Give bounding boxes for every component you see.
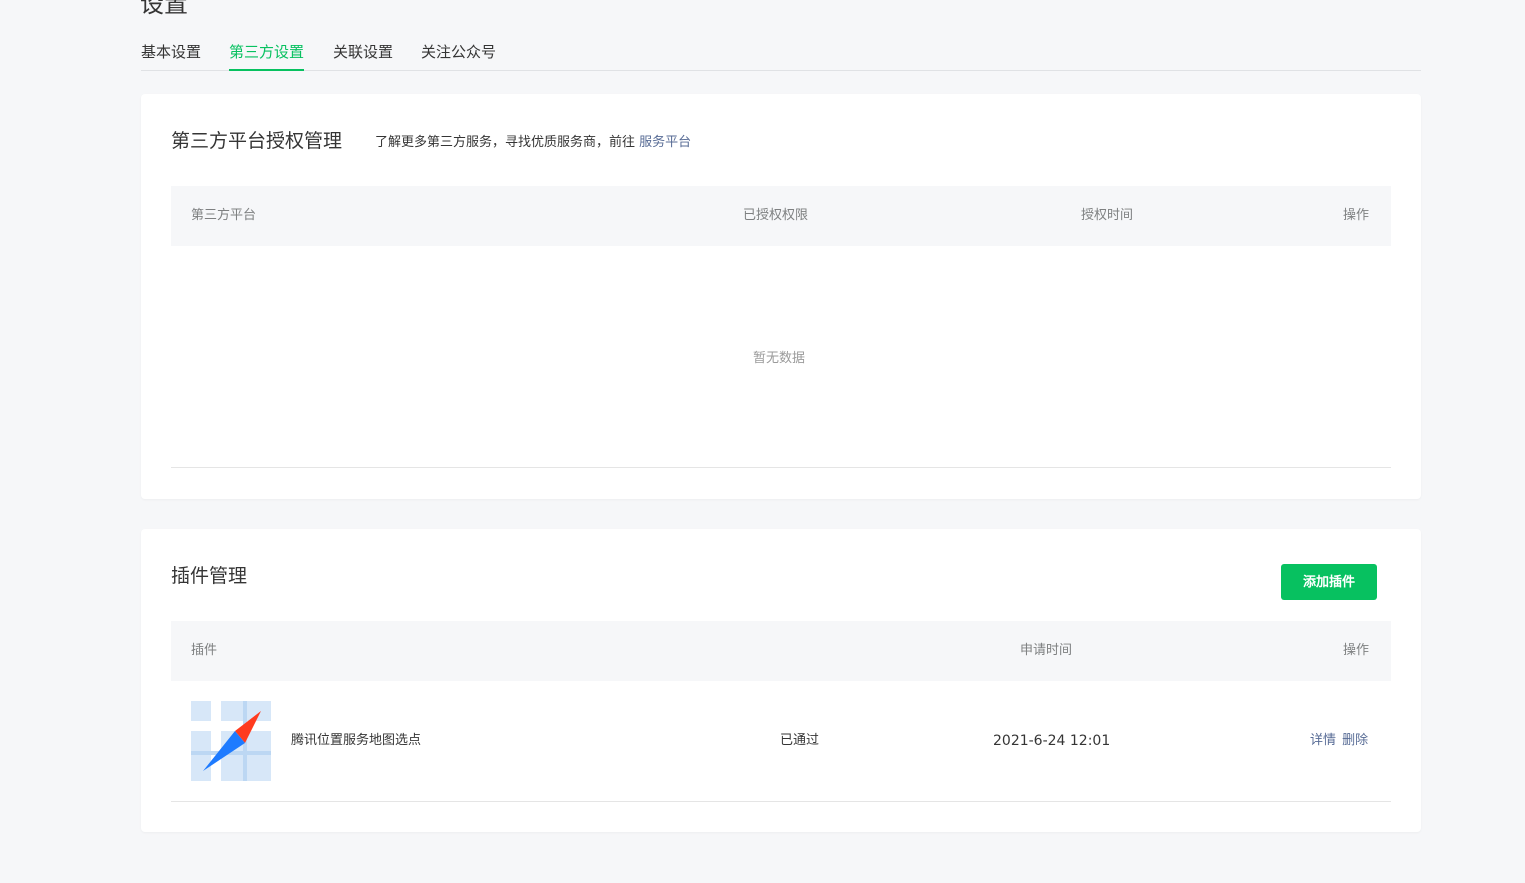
column-header-platform: 第三方平台 xyxy=(191,208,257,223)
plugin-apply-time: 2021-6-24 12:01 xyxy=(993,733,1111,749)
tab-third-party-settings[interactable]: 第三方设置 xyxy=(229,42,305,71)
tab-basic-settings[interactable]: 基本设置 xyxy=(141,42,201,69)
table-divider xyxy=(171,467,1391,468)
third-party-auth-card: 第三方平台授权管理 了解更多第三方服务，寻找优质服务商，前往 服务平台 第三方平… xyxy=(141,94,1421,499)
plugin-delete-link[interactable]: 删除 xyxy=(1342,733,1368,748)
table-divider xyxy=(171,801,1391,802)
service-platform-link[interactable]: 服务平台 xyxy=(639,135,691,150)
settings-tabs: 基本设置 第三方设置 关联设置 关注公众号 xyxy=(141,40,1421,71)
map-compass-icon xyxy=(191,701,271,781)
third-party-table-header: 第三方平台 已授权权限 授权时间 操作 xyxy=(171,186,1391,246)
add-plugin-button[interactable]: 添加插件 xyxy=(1281,564,1377,600)
column-header-permissions: 已授权权限 xyxy=(743,208,809,223)
third-party-auth-desc-text: 了解更多第三方服务，寻找优质服务商，前往 xyxy=(375,135,636,150)
page-title: 设置 xyxy=(140,0,188,18)
plugin-management-title: 插件管理 xyxy=(171,565,248,587)
plugin-management-card: 插件管理 添加插件 插件 申请时间 操作 腾讯位置服务地图选点 已通过 2021 xyxy=(141,529,1421,832)
column-header-auth-time: 授权时间 xyxy=(1081,208,1134,223)
column-header-actions: 操作 xyxy=(1343,208,1370,223)
column-header-plugin: 插件 xyxy=(191,643,218,658)
third-party-auth-title: 第三方平台授权管理 xyxy=(171,130,343,152)
plugin-status: 已通过 xyxy=(780,733,820,748)
column-header-actions: 操作 xyxy=(1343,643,1370,658)
tab-related-settings[interactable]: 关联设置 xyxy=(333,42,393,69)
plugin-actions: 详情 删除 xyxy=(1310,731,1368,751)
column-header-apply-time: 申请时间 xyxy=(1020,643,1073,658)
plugin-name: 腾讯位置服务地图选点 xyxy=(291,733,422,748)
plugin-table-header: 插件 申请时间 操作 xyxy=(171,621,1391,681)
plugin-detail-link[interactable]: 详情 xyxy=(1310,733,1336,748)
tab-follow-official-account[interactable]: 关注公众号 xyxy=(421,42,496,69)
empty-state-text: 暂无数据 xyxy=(753,351,806,366)
table-row: 腾讯位置服务地图选点 已通过 2021-6-24 12:01 详情 删除 xyxy=(171,681,1391,801)
third-party-auth-desc: 了解更多第三方服务，寻找优质服务商，前往 服务平台 xyxy=(375,133,691,153)
